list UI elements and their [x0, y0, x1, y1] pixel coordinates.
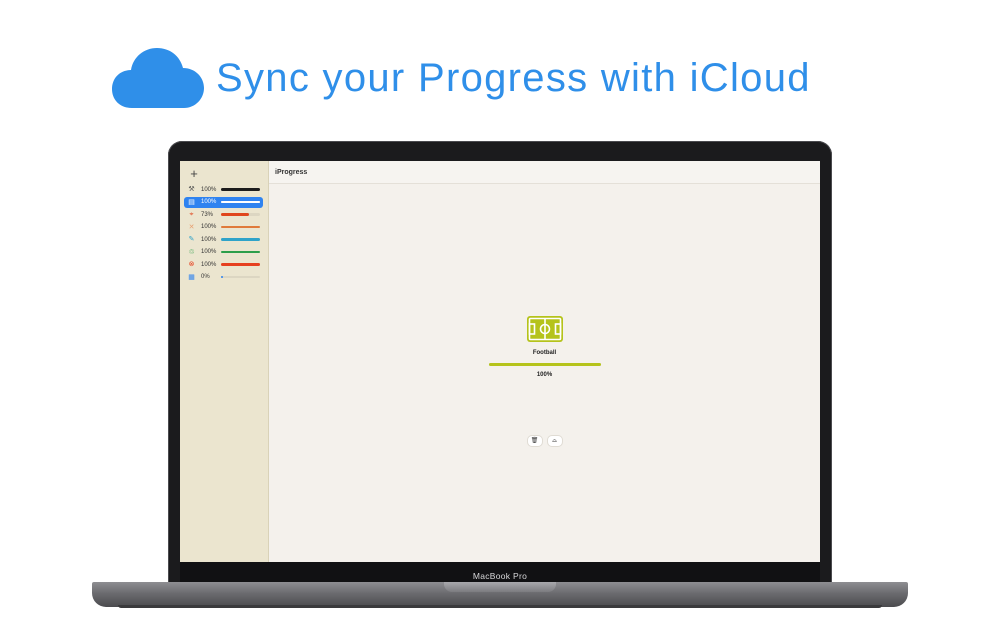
trash-button[interactable]: 🗑 — [526, 435, 543, 447]
main-pane: iProgress Football 100% 🗑 ⌓ — [269, 161, 820, 562]
trash-icon: 🗑 — [530, 438, 539, 444]
cloud-icon — [112, 48, 204, 108]
laptop-lid: + ⚒ 100% ▤ 100% ⌖ 73% ✕ 100% ✎ 100% ♲ 100% ⊗ 100% ▦ 0% … — [168, 141, 832, 584]
list-item[interactable]: ⊗ 100% — [184, 259, 263, 270]
item-percent: 100% — [201, 261, 217, 268]
list-item[interactable]: ♲ 100% — [184, 247, 263, 258]
item-percent: 100% — [201, 249, 217, 255]
archive-button[interactable]: ⌓ — [546, 435, 563, 447]
calendar-icon: ▦ — [188, 273, 195, 281]
tools-icon: ⚒ — [188, 186, 195, 193]
app-window: + ⚒ 100% ▤ 100% ⌖ 73% ✕ 100% ✎ 100% ♲ 100% ⊗ 100% ▦ 0% … — [180, 161, 820, 562]
list-item[interactable]: ⚒ 100% — [184, 184, 263, 195]
detail-progress-bar — [488, 363, 601, 366]
list-item[interactable]: ✎ 100% — [184, 234, 263, 245]
list-item[interactable]: ✕ 100% — [184, 222, 263, 233]
detail-name: Football — [532, 350, 557, 356]
recycle-icon: ♲ — [188, 248, 195, 256]
item-percent: 73% — [201, 211, 214, 218]
item-progress-fill — [221, 250, 260, 254]
item-percent: 100% — [201, 236, 217, 243]
item-percent: 100% — [201, 224, 217, 230]
item-percent: 0% — [201, 274, 210, 280]
item-progress-bar — [221, 225, 260, 229]
item-progress-fill — [221, 200, 260, 204]
model-label: MacBook Pro — [472, 571, 528, 581]
tray-icon: ⌓ — [552, 438, 557, 444]
item-progress-fill — [221, 275, 223, 279]
target-icon: ⌖ — [189, 211, 194, 218]
progress-list: ⚒ 100% ▤ 100% ⌖ 73% ✕ 100% ✎ 100% ♲ 100% ⊗ 100% ▦ 0% — [180, 184, 268, 283]
item-progress-bar — [221, 238, 260, 241]
detail-percent: 100% — [536, 372, 553, 378]
detail-progress-fill — [488, 363, 601, 366]
laptop-notch — [444, 582, 556, 592]
item-progress-bar — [221, 200, 260, 204]
football-pitch-icon — [526, 316, 563, 342]
progress-detail: Football 100% — [269, 316, 820, 378]
cross-icon: ✕ — [188, 223, 195, 231]
headline: Sync your Progress with iCloud — [112, 46, 811, 110]
pencil-icon: ✎ — [188, 236, 195, 243]
item-progress-fill — [221, 188, 260, 191]
item-percent: 100% — [201, 199, 217, 205]
item-progress-bar — [221, 250, 260, 254]
item-percent: 100% — [201, 186, 217, 193]
item-progress-fill — [221, 225, 260, 229]
football-pitch-icon: ▤ — [188, 198, 195, 206]
item-progress-bar — [221, 213, 260, 216]
item-progress-bar — [221, 275, 260, 279]
item-progress-bar — [221, 263, 260, 266]
laptop-foot — [118, 605, 882, 608]
add-button[interactable]: + — [187, 167, 201, 181]
headline-title: Sync your Progress with iCloud — [216, 55, 811, 100]
detail-actions: 🗑 ⌓ — [269, 435, 820, 447]
item-progress-fill — [221, 238, 260, 241]
list-item[interactable]: ▦ 0% — [184, 272, 263, 283]
list-item[interactable]: ⌖ 73% — [184, 209, 263, 220]
list-item[interactable]: ▤ 100% — [184, 196, 263, 208]
close-circle-icon: ⊗ — [188, 261, 195, 268]
sidebar: + ⚒ 100% ▤ 100% ⌖ 73% ✕ 100% ✎ 100% ♲ 100% ⊗ 100% ▦ 0% — [180, 161, 269, 562]
app-title: iProgress — [275, 168, 308, 176]
titlebar: iProgress — [269, 161, 820, 184]
item-progress-fill — [221, 263, 260, 266]
item-progress-fill — [221, 213, 250, 216]
item-progress-bar — [221, 188, 260, 191]
